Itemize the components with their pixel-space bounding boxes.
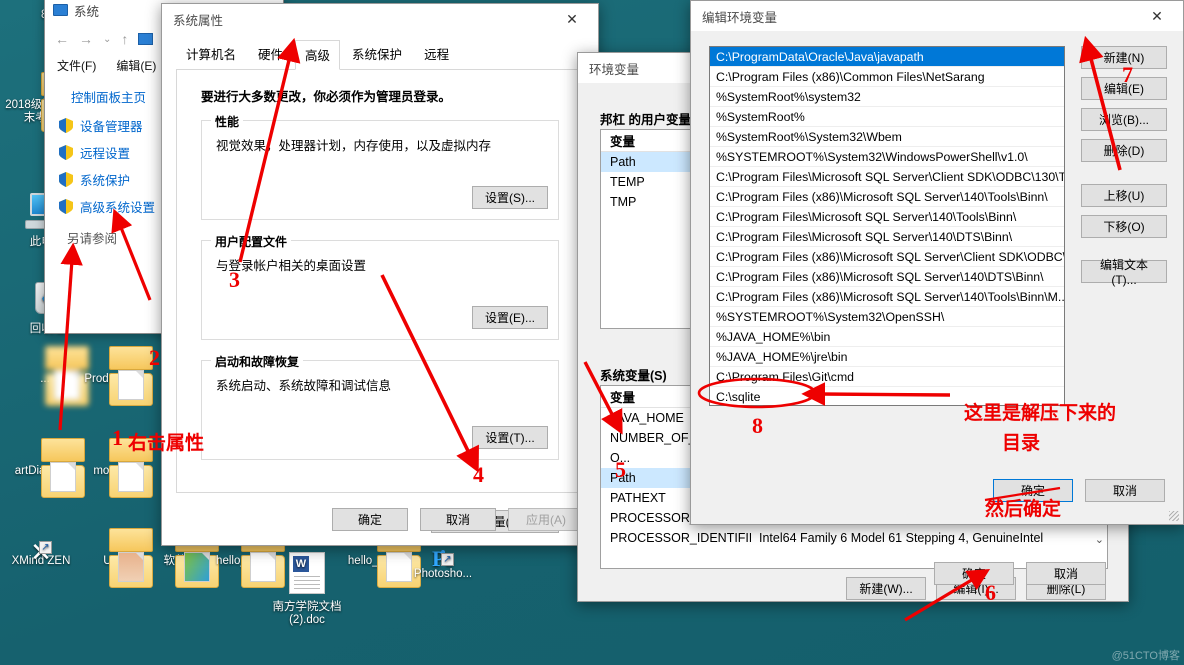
edit-environment-variable-dialog[interactable]: 编辑环境变量 ✕ C:\ProgramData\Oracle\Java\java…: [690, 0, 1184, 525]
path-entry-row[interactable]: C:\Program Files (x86)\Common Files\NetS…: [710, 67, 1064, 87]
performance-group: 性能 视觉效果，处理器计划，内存使用，以及虚拟内存 设置(S)...: [201, 113, 559, 220]
apply-button[interactable]: 应用(A): [508, 508, 584, 531]
startup-recovery-group: 启动和故障恢复 系统启动、系统故障和调试信息 设置(T)...: [201, 353, 559, 460]
edit-env-footer: 确定 取消: [993, 479, 1165, 502]
resize-grip-icon[interactable]: [1169, 511, 1179, 521]
desktop-icon-17[interactable]: Ps↗Photosho...: [404, 547, 482, 581]
edit-env-side-button-3[interactable]: 删除(D): [1081, 139, 1167, 162]
path-entry-row[interactable]: C:\Program Files (x86)\Microsoft SQL Ser…: [710, 247, 1064, 267]
tab-2[interactable]: 高级: [295, 40, 341, 70]
system-variables-section-label: 系统变量(S): [600, 369, 667, 383]
shield-icon: [59, 199, 73, 214]
performance-settings-button[interactable]: 设置(S)...: [472, 186, 548, 209]
performance-group-title: 性能: [211, 113, 244, 130]
path-entry-row[interactable]: %JAVA_HOME%\jre\bin: [710, 347, 1064, 367]
word-icon: W: [268, 552, 346, 598]
system-variable-value: Intel64 Family 6 Model 61 Stepping 4, Ge…: [759, 531, 1044, 545]
path-entry-row[interactable]: C:\Program Files\Microsoft SQL Server\14…: [710, 207, 1064, 227]
desktop-icon-7[interactable]: Product...: [70, 346, 153, 406]
edit-env-side-buttons: 新建(N) 编辑(E) 浏览(B)... 删除(D) 上移(U) 下移(O) 编辑文本(T)…: [1081, 46, 1167, 291]
control-panel-link-label: 远程设置: [80, 147, 131, 161]
desktop-icon-label: 南方学院文档(2).doc: [272, 601, 342, 626]
tab-3[interactable]: 系统保护: [342, 39, 412, 69]
system-variable-row[interactable]: PROCESSOR_IDENTIFIER Intel64 Family 6 Mod…: [601, 528, 1107, 548]
control-panel-link-label: 设备管理器: [80, 120, 143, 134]
system-properties-titlebar: 系统属性 ✕: [162, 4, 598, 34]
menu-file[interactable]: 文件(F): [57, 57, 96, 74]
path-entry-row[interactable]: C:\Program Files (x86)\Microsoft SQL Ser…: [710, 187, 1064, 207]
system-properties-title: 系统属性: [173, 13, 224, 28]
close-icon[interactable]: ✕: [550, 5, 594, 34]
system-properties-footer: 确定 取消 应用(A): [332, 508, 584, 531]
path-entry-row[interactable]: %SYSTEMROOT%\System32\OpenSSH\: [710, 307, 1064, 327]
watermark: @51CTO博客: [1111, 650, 1180, 662]
forward-icon[interactable]: →: [79, 31, 93, 47]
close-icon[interactable]: ✕: [1135, 2, 1179, 31]
shield-icon: [59, 172, 73, 187]
explorer-title-text: 系统: [74, 4, 100, 19]
path-entry-row[interactable]: C:\Program Files (x86)\Microsoft SQL Ser…: [710, 287, 1064, 307]
startup-recovery-group-title: 启动和故障恢复: [211, 353, 304, 370]
system-properties-tabstrip[interactable]: 计算机名 硬件 高级 系统保护 远程: [176, 40, 584, 70]
user-profiles-settings-button[interactable]: 设置(E)...: [472, 306, 548, 329]
back-icon[interactable]: ←: [55, 31, 69, 47]
path-entry-row[interactable]: C:\Program Files\Git\cmd: [710, 367, 1064, 387]
desktop-icon-8[interactable]: artDialog7: [2, 438, 85, 498]
path-entry-row[interactable]: %SystemRoot%: [710, 107, 1064, 127]
edit-env-side-button-5[interactable]: 下移(O): [1081, 215, 1167, 238]
tab-4[interactable]: 远程: [414, 39, 459, 69]
edit-env-side-button-0[interactable]: 新建(N): [1081, 46, 1167, 69]
address-monitor-icon: [138, 33, 154, 45]
system-properties-dialog[interactable]: 系统属性 ✕ 计算机名 硬件 高级 系统保护 远程 要进行大多数更改，你必须作为管理员登…: [161, 3, 599, 546]
control-panel-link-label: 高级系统设置: [80, 201, 156, 215]
tab-1[interactable]: 硬件: [248, 39, 293, 69]
env-cancel-button[interactable]: 取消: [1026, 562, 1106, 585]
system-variable-variable: PROCESSOR_IDENTIFIER: [610, 531, 751, 545]
user-profiles-group: 用户配置文件 与登录帐户相关的桌面设置 设置(E)...: [201, 233, 559, 340]
env-ok-button[interactable]: 确定: [934, 562, 1014, 585]
path-entry-row[interactable]: C:\sqlite: [710, 387, 1064, 405]
recent-icon[interactable]: ⌄: [103, 34, 111, 45]
admin-note: 要进行大多数更改，你必须作为管理员登录。: [201, 90, 452, 104]
control-panel-link-label: 系统保护: [80, 174, 131, 188]
path-entry-row[interactable]: C:\Program Files\Microsoft SQL Server\14…: [710, 227, 1064, 247]
edit-env-ok-button[interactable]: 确定: [993, 479, 1073, 502]
path-entry-row[interactable]: C:\Program Files (x86)\Microsoft SQL Ser…: [710, 267, 1064, 287]
desktop-icon-11[interactable]: ✕↗XMind ZEN: [2, 539, 80, 568]
system-variable-button-0[interactable]: 新建(W)...: [846, 577, 926, 600]
system-list-scroll-down-icon[interactable]: ⌄: [1095, 533, 1104, 546]
menu-edit[interactable]: 编辑(E): [116, 57, 156, 74]
desktop-icon-15[interactable]: W 南方学院文档(2).doc: [268, 552, 346, 627]
edit-env-title: 编辑环境变量: [702, 10, 778, 25]
edit-env-side-button-2[interactable]: 浏览(B)...: [1081, 108, 1167, 131]
edit-env-cancel-button[interactable]: 取消: [1085, 479, 1165, 502]
startup-recovery-settings-button[interactable]: 设置(T)...: [472, 426, 548, 449]
environment-variables-footer: 确定 取消: [934, 562, 1106, 585]
user-profiles-group-title: 用户配置文件: [211, 233, 292, 250]
shield-icon: [59, 145, 73, 160]
path-entries-listbox[interactable]: C:\ProgramData\Oracle\Java\javapath C:\Pr…: [709, 46, 1065, 406]
performance-desc: 视觉效果，处理器计划，内存使用，以及虚拟内存: [216, 139, 492, 153]
ps-icon: Ps↗: [404, 547, 482, 569]
path-entry-row[interactable]: %SystemRoot%\system32: [710, 87, 1064, 107]
tab-0[interactable]: 计算机名: [176, 39, 246, 69]
edit-env-side-button-1[interactable]: 编辑(E): [1081, 77, 1167, 100]
path-entry-row[interactable]: %JAVA_HOME%\bin: [710, 327, 1064, 347]
path-entry-row[interactable]: %SYSTEMROOT%\System32\WindowsPowerShell\…: [710, 147, 1064, 167]
edit-env-side-button-6[interactable]: 编辑文本(T)...: [1081, 258, 1167, 287]
path-entry-row[interactable]: %SystemRoot%\System32\Wbem: [710, 127, 1064, 147]
shield-icon: [59, 118, 73, 133]
edit-env-side-button-4[interactable]: 上移(U): [1081, 184, 1167, 207]
edit-env-titlebar: 编辑环境变量 ✕: [691, 1, 1183, 31]
up-icon[interactable]: ↑: [121, 31, 128, 47]
path-entry-row[interactable]: C:\Program Files\Microsoft SQL Server\Cl…: [710, 167, 1064, 187]
ok-button[interactable]: 确定: [332, 508, 408, 531]
system-properties-advanced-pane: 要进行大多数更改，你必须作为管理员登录。 性能 视觉效果，处理器计划，内存使用，…: [176, 70, 584, 533]
monitor-icon: [53, 4, 68, 16]
path-entry-row[interactable]: C:\ProgramData\Oracle\Java\javapath: [710, 47, 1064, 67]
cancel-button[interactable]: 取消: [420, 508, 496, 531]
